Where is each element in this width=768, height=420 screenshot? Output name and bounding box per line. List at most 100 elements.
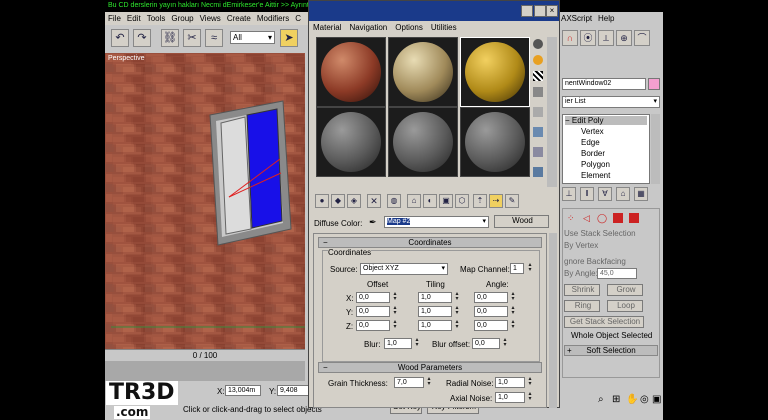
angle-u-field[interactable]: 0,0: [474, 292, 508, 303]
menu-file[interactable]: File: [108, 14, 121, 23]
menu-maxscript[interactable]: AXScript: [561, 14, 592, 23]
mirror-icon[interactable]: ⟂: [598, 30, 614, 46]
material-id-icon[interactable]: ◐: [423, 194, 437, 208]
go-forward-sibling-icon[interactable]: ⇢: [489, 194, 503, 208]
tiling-v-field[interactable]: 1,0: [418, 306, 452, 317]
snap-icon[interactable]: ⦿: [580, 30, 596, 46]
zoom-icon[interactable]: ⌕: [598, 394, 604, 405]
menu-navigation[interactable]: Navigation: [349, 23, 387, 32]
modifier-list-dropdown[interactable]: ier List ▾: [562, 96, 660, 108]
align-icon[interactable]: ⊕: [616, 30, 632, 46]
object-name-field[interactable]: nentWindow02: [562, 78, 646, 90]
spinner-icon[interactable]: ▴ ▾: [391, 319, 399, 331]
source-dropdown[interactable]: Object XYZ ▾: [360, 263, 448, 275]
link-icon[interactable]: ⛓: [161, 29, 179, 47]
offset-x-field[interactable]: 0,0: [356, 292, 390, 303]
eyedropper-icon[interactable]: ✒: [369, 217, 377, 228]
spinner-icon[interactable]: ▴ ▾: [501, 337, 509, 349]
offset-z-field[interactable]: 0,0: [356, 320, 390, 331]
options-icon[interactable]: [533, 147, 543, 157]
spinner-icon[interactable]: ▴ ▾: [413, 337, 421, 349]
element-mode-icon[interactable]: [629, 213, 639, 223]
ignore-backfacing-checkbox[interactable]: gnore Backfacing: [564, 257, 626, 266]
show-map-icon[interactable]: ▣: [439, 194, 453, 208]
redo-icon[interactable]: ↷: [133, 29, 151, 47]
spinner-icon[interactable]: ▴ ▾: [391, 291, 399, 303]
polygon-mode-icon[interactable]: [613, 213, 623, 223]
minimize-icon[interactable]: [521, 5, 533, 17]
track-bar[interactable]: [105, 361, 305, 381]
use-stack-selection-checkbox[interactable]: Use Stack Selection: [564, 229, 636, 238]
video-color-check-icon[interactable]: [533, 107, 543, 117]
reset-map-icon[interactable]: ✕: [367, 194, 381, 208]
material-slot-wood[interactable]: [460, 37, 530, 107]
by-vertex-checkbox[interactable]: By Vertex: [564, 241, 598, 250]
perspective-viewport[interactable]: Perspective: [105, 53, 305, 349]
blur-offset-field[interactable]: 0,0: [472, 338, 500, 349]
go-to-parent-icon[interactable]: ⇡: [473, 194, 487, 208]
radial-noise-field[interactable]: 1,0: [495, 377, 525, 388]
stack-item-vertex[interactable]: Vertex: [581, 127, 604, 136]
close-icon[interactable]: ×: [546, 5, 558, 17]
select-cursor-icon[interactable]: ➤: [280, 29, 298, 47]
object-color-swatch[interactable]: [648, 78, 660, 90]
tiling-u-field[interactable]: 1,0: [418, 292, 452, 303]
pan-icon[interactable]: ✋: [626, 394, 638, 405]
tiling-w-field[interactable]: 1,0: [418, 320, 452, 331]
menu-group[interactable]: Group: [171, 14, 193, 23]
viewport-label[interactable]: Perspective: [108, 55, 145, 62]
menu-tools[interactable]: Tools: [147, 14, 166, 23]
map-name-field[interactable]: Map #2 ▾: [384, 216, 489, 228]
remove-modifier-icon[interactable]: ⌂: [616, 187, 630, 201]
y-coordinate-field[interactable]: 9,408: [277, 385, 309, 396]
menu-truncated[interactable]: C: [295, 14, 301, 23]
spinner-icon[interactable]: ▴ ▾: [526, 376, 534, 388]
undo-icon[interactable]: ↶: [111, 29, 129, 47]
material-slot-empty[interactable]: [316, 107, 386, 177]
show-end-result-icon[interactable]: ⬡: [455, 194, 469, 208]
stack-item-polygon[interactable]: Polygon: [581, 160, 610, 169]
menu-help[interactable]: Help: [598, 14, 614, 23]
grow-button[interactable]: Grow: [607, 284, 643, 296]
get-material-icon[interactable]: ●: [315, 194, 329, 208]
configure-modifier-sets-icon[interactable]: ▦: [634, 187, 648, 201]
spinner-icon[interactable]: ▴ ▾: [509, 319, 517, 331]
map-type-button[interactable]: Wood: [494, 215, 549, 228]
material-slot-brick[interactable]: [316, 37, 386, 107]
pin-stack-icon[interactable]: ⊥: [562, 187, 576, 201]
magnet-icon[interactable]: ∩: [562, 30, 578, 46]
menu-material[interactable]: Material: [313, 23, 341, 32]
soft-selection-rollout-header[interactable]: + Soft Selection: [564, 345, 658, 356]
grain-thickness-field[interactable]: 7,0: [394, 377, 424, 388]
assign-to-selection-icon[interactable]: ◈: [347, 194, 361, 208]
offset-y-field[interactable]: 0,0: [356, 306, 390, 317]
ring-button[interactable]: Ring: [564, 300, 600, 312]
vertex-mode-icon[interactable]: ⁘: [567, 213, 577, 223]
backlight-icon[interactable]: [533, 55, 543, 65]
stack-item-border[interactable]: Border: [581, 149, 605, 158]
spinner-icon[interactable]: ▴ ▾: [453, 305, 461, 317]
stack-item-edit-poly[interactable]: − Edit Poly: [565, 116, 647, 125]
blur-field[interactable]: 1,0: [384, 338, 412, 349]
maximize-viewport-icon[interactable]: ▣: [652, 394, 661, 405]
maximize-icon[interactable]: [534, 5, 546, 17]
make-preview-icon[interactable]: [533, 127, 543, 137]
spinner-icon[interactable]: ▴ ▾: [526, 262, 534, 274]
angle-w-field[interactable]: 0,0: [474, 320, 508, 331]
background-icon[interactable]: [533, 71, 543, 81]
spinner-icon[interactable]: ▴ ▾: [509, 291, 517, 303]
menu-views[interactable]: Views: [200, 14, 221, 23]
show-end-result-icon[interactable]: ‖: [580, 187, 594, 201]
menu-options[interactable]: Options: [395, 23, 423, 32]
get-stack-selection-button[interactable]: Get Stack Selection: [564, 316, 644, 328]
material-slot-empty[interactable]: [388, 107, 458, 177]
menu-utilities[interactable]: Utilities: [431, 23, 457, 32]
spinner-icon[interactable]: ▴ ▾: [526, 391, 534, 403]
zoom-all-icon[interactable]: ⊞: [612, 394, 620, 405]
material-slot-empty[interactable]: [460, 107, 530, 177]
spinner-icon[interactable]: ▴ ▾: [391, 305, 399, 317]
sample-type-icon[interactable]: [533, 39, 543, 49]
stack-item-edge[interactable]: Edge: [581, 138, 600, 147]
loop-button[interactable]: Loop: [607, 300, 643, 312]
axial-noise-field[interactable]: 1,0: [495, 392, 525, 403]
